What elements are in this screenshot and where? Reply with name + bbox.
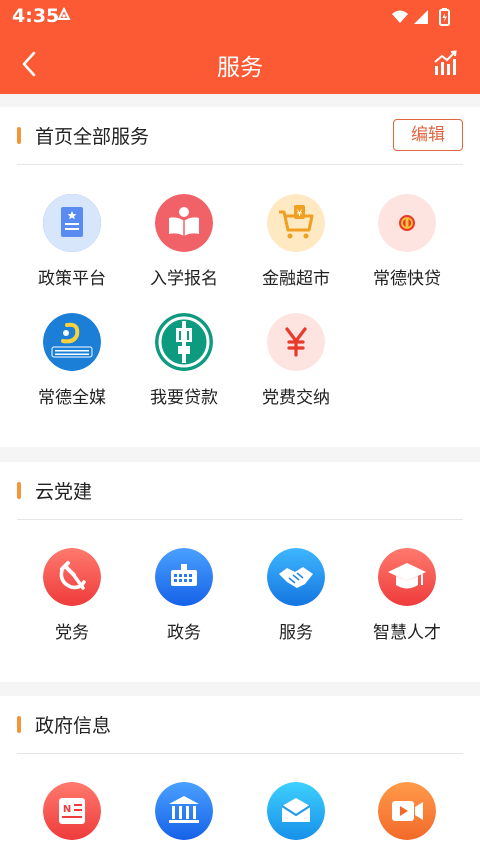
party-label: 服务 [279, 623, 313, 643]
section-header: 首页全部服务 编辑 [0, 107, 480, 165]
gov-item-news[interactable]: N [17, 782, 127, 840]
handshake-icon [267, 548, 325, 606]
status-time: 4:35 [12, 5, 60, 27]
party-item-party-affairs[interactable]: 党务 [17, 548, 127, 643]
service-item-changde-quick-loan[interactable]: 常德快贷 [352, 194, 462, 289]
service-item-finance-market[interactable]: ¥ 金融超市 [241, 194, 351, 289]
shopping-cart-icon: ¥ [267, 194, 325, 252]
government-building-icon [155, 548, 213, 606]
service-label: 党费交纳 [262, 388, 330, 408]
notification-icon [57, 6, 71, 20]
service-item-policy-platform[interactable]: 政策平台 [17, 194, 127, 289]
service-item-changde-media[interactable]: 常德全媒 [17, 313, 127, 408]
service-label: 政策平台 [38, 269, 106, 289]
system-status-icons [392, 8, 450, 26]
service-label: 金融超市 [262, 269, 330, 289]
service-item-party-fee[interactable]: 党费交纳 [241, 313, 351, 408]
section-accent-bar [17, 127, 21, 144]
gov-item-institution[interactable] [129, 782, 239, 840]
svg-text:¥: ¥ [297, 209, 303, 219]
signal-icon [414, 10, 428, 24]
page-title: 服务 [217, 55, 263, 81]
government-info-section: 政府信息 N [0, 696, 480, 852]
section-title: 云党建 [35, 481, 93, 503]
party-label: 智慧人才 [373, 623, 441, 643]
institution-icon [155, 782, 213, 840]
hammer-sickle-icon [43, 548, 101, 606]
graduation-cap-icon [378, 548, 436, 606]
party-item-government-affairs[interactable]: 政务 [129, 548, 239, 643]
divider [17, 164, 463, 165]
section-accent-bar [17, 482, 21, 499]
coin-badge-icon [378, 194, 436, 252]
service-label: 入学报名 [150, 269, 218, 289]
section-title: 首页全部服务 [35, 126, 150, 148]
section-accent-bar [17, 716, 21, 733]
gov-item-mail[interactable] [241, 782, 351, 840]
statistics-icon[interactable] [432, 50, 458, 76]
yuan-icon [267, 313, 325, 371]
changde-media-logo-icon [43, 313, 101, 371]
service-item-school-enrollment[interactable]: 入学报名 [129, 194, 239, 289]
divider [17, 519, 463, 520]
policy-document-icon [43, 194, 101, 252]
mail-icon [267, 782, 325, 840]
party-label: 政务 [167, 623, 201, 643]
section-header: 云党建 [0, 462, 480, 520]
cloud-party-section: 云党建 党务 政务 服务 智慧人才 [0, 462, 480, 682]
service-label: 常德全媒 [38, 388, 106, 408]
news-icon: N [43, 782, 101, 840]
section-title: 政府信息 [35, 715, 112, 737]
party-label: 党务 [55, 623, 89, 643]
status-bar: 4:35 [0, 0, 480, 34]
service-label: 常德快贷 [373, 269, 441, 289]
agricultural-bank-logo-icon [155, 313, 213, 371]
wifi-icon [392, 10, 408, 23]
home-services-section: 首页全部服务 编辑 政策平台 入学报名 ¥ 金融超市 常德快贷 常德全媒 我要贷… [0, 107, 480, 447]
service-item-apply-loan[interactable]: 我要贷款 [129, 313, 239, 408]
video-icon [378, 782, 436, 840]
party-item-smart-talent[interactable]: 智慧人才 [352, 548, 462, 643]
divider [17, 753, 463, 754]
service-label: 我要贷款 [150, 388, 218, 408]
open-book-icon [155, 194, 213, 252]
edit-button[interactable]: 编辑 [393, 119, 463, 151]
header-bar: 服务 [0, 34, 480, 94]
svg-text:N: N [63, 804, 71, 815]
section-header: 政府信息 [0, 696, 480, 754]
party-item-services[interactable]: 服务 [241, 548, 351, 643]
gov-item-video[interactable] [352, 782, 462, 840]
